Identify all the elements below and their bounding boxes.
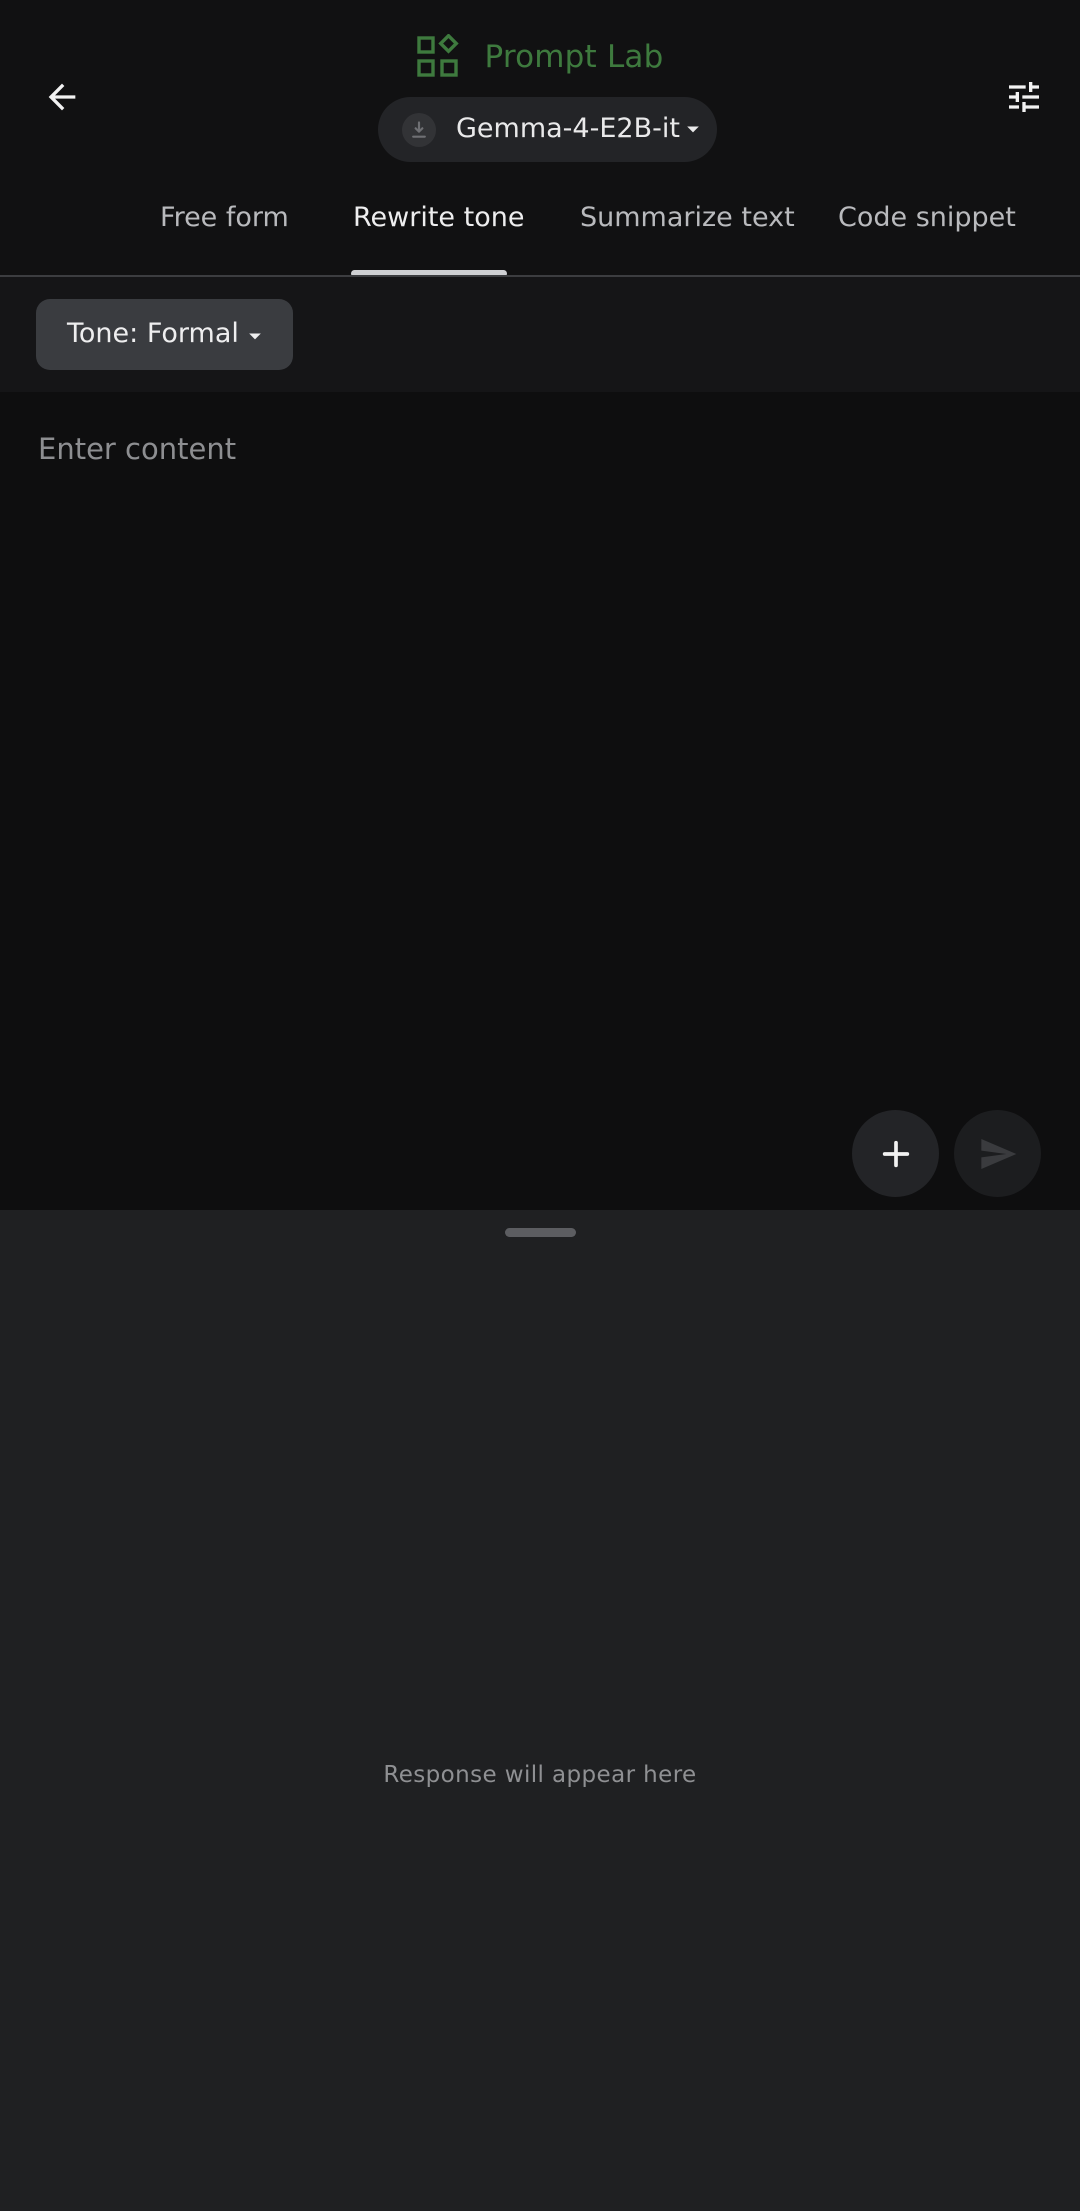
arrow-back-icon [48,83,76,111]
send-icon [980,1138,1016,1169]
tone-row: Tone: Formal [0,277,1080,392]
prompt-lab-screen: Prompt Lab Gemma-4-E2B-it Free form Rewr… [0,0,1080,2211]
widgets-icon [417,34,460,77]
drag-handle[interactable] [505,1228,576,1237]
settings-button[interactable] [988,61,1060,133]
caret-down-icon [249,333,261,340]
model-selector[interactable]: Gemma-4-E2B-it [378,97,717,162]
plus-icon [882,1140,909,1167]
caret-down-icon [687,126,699,133]
tab-free-form[interactable]: Free form [160,202,289,233]
model-name: Gemma-4-E2B-it [456,113,680,144]
tone-dropdown-button[interactable]: Tone: Formal [36,299,293,370]
app-title-row: Prompt Lab [0,34,1080,80]
response-placeholder: Response will appear here [383,1762,697,1788]
tone-label: Tone: Formal [67,318,239,349]
content-input[interactable] [36,430,1036,1070]
download-icon [402,113,436,147]
response-sheet: Response will appear here [0,1210,1080,2211]
tab-rewrite-tone[interactable]: Rewrite tone [353,202,524,233]
input-area [0,392,1080,1210]
tune-icon [1009,82,1039,112]
tab-summarize-text[interactable]: Summarize text [580,202,795,233]
app-title: Prompt Lab [484,39,664,75]
tab-bar: Free form Rewrite tone Summarize text Co… [0,190,1080,277]
add-button[interactable] [852,1110,939,1197]
send-button[interactable] [954,1110,1041,1197]
top-app-bar: Prompt Lab Gemma-4-E2B-it Free form Rewr… [0,0,1080,277]
tab-code-snippet[interactable]: Code snippet [838,202,1016,233]
